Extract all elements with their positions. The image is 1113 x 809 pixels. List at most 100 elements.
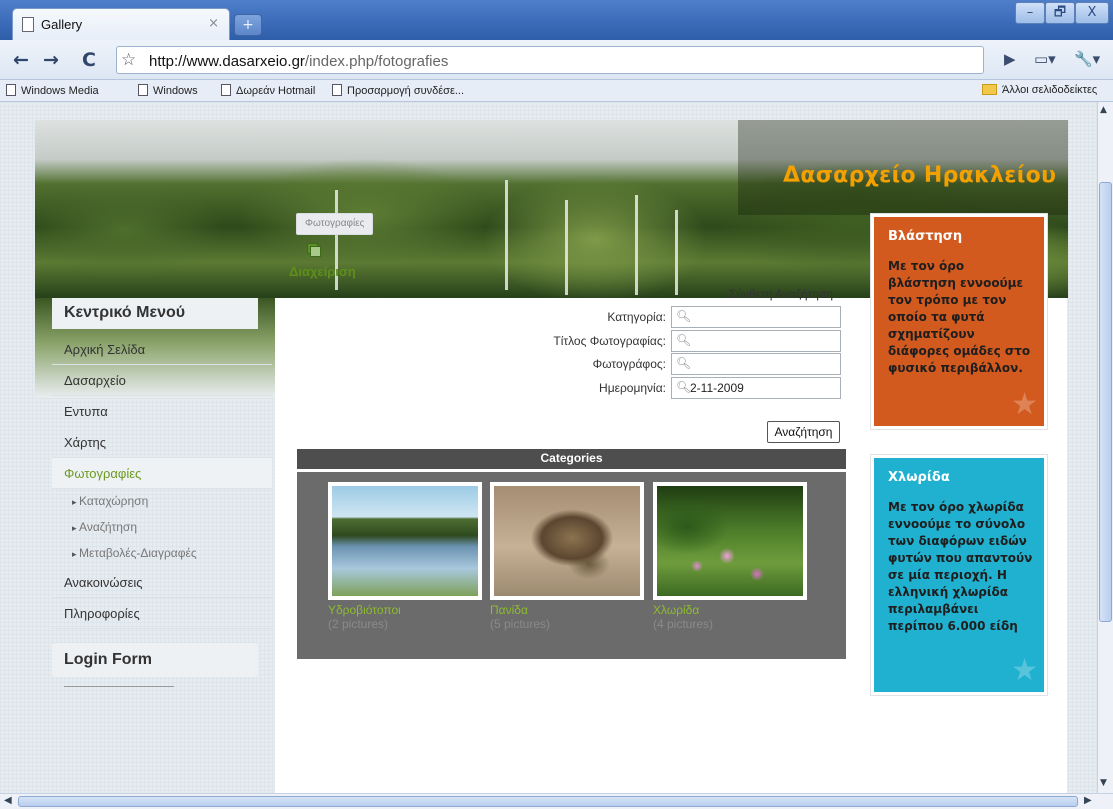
- vertical-scrollbar[interactable]: ▲ ▼: [1097, 102, 1113, 793]
- bookmark-item[interactable]: Windows Media: [6, 84, 99, 97]
- breadcrumb[interactable]: Φωτογραφίες: [296, 213, 374, 235]
- submenu-item-edit-delete[interactable]: Μεταβολές-Διαγραφές: [52, 541, 272, 567]
- scroll-down-icon[interactable]: ▼: [1100, 778, 1107, 788]
- other-bookmarks-label: Άλλοι σελιδοδείκτες: [1002, 84, 1098, 96]
- vegetation-text: Με τον όρο βλάστηση εννοούμε τον τρόπο μ…: [888, 259, 1031, 375]
- category-label: Κατηγορία:: [607, 310, 666, 324]
- category-card[interactable]: Χλωρίδα (4 pictures): [653, 482, 807, 631]
- address-bar[interactable]: ☆ http://www.dasarxeio.gr/index.php/foto…: [116, 46, 984, 74]
- search-button[interactable]: Αναζήτηση: [767, 421, 840, 443]
- scroll-right-icon[interactable]: ▶: [1084, 795, 1092, 806]
- bookmark-item[interactable]: Δωρεάν Hotmail: [221, 84, 315, 97]
- vertical-scroll-thumb[interactable]: [1099, 182, 1112, 622]
- flora-text: Με τον όρο χλωρίδα εννοούμε το σύνολο τω…: [888, 500, 1033, 633]
- bookmark-item[interactable]: Προσαρμογή συνδέσε...: [332, 84, 464, 97]
- flora-info-box: Χλωρίδα Με τον όρο χλωρίδα εννοούμε το σ…: [871, 455, 1047, 695]
- photographer-field[interactable]: 🔍︎: [671, 353, 841, 375]
- category-count: (5 pictures): [490, 617, 551, 631]
- category-thumbnail[interactable]: [653, 482, 807, 600]
- submenu-item-submit[interactable]: Καταχώρηση: [52, 489, 272, 515]
- category-count: (2 pictures): [328, 617, 389, 631]
- menu-item-forestry-office[interactable]: Δασαρχείο: [52, 365, 272, 396]
- login-form-title: Login Form: [52, 643, 258, 677]
- star-decoration-icon: ★: [1011, 387, 1038, 422]
- category-count: (4 pictures): [653, 617, 714, 631]
- bookmark-label: Windows Media: [21, 85, 99, 97]
- category-input[interactable]: [690, 309, 836, 325]
- category-name[interactable]: Υδροβιότοποι: [328, 603, 482, 617]
- photographer-input[interactable]: [690, 356, 836, 372]
- banner-tree-trunk: [565, 200, 568, 295]
- url-path: /index.php/fotografies: [304, 53, 449, 70]
- page-menu-icon[interactable]: ▭▾: [1034, 50, 1056, 68]
- menu-item-information[interactable]: Πληροφορίες: [52, 598, 272, 629]
- wrench-menu-icon[interactable]: 🔧▾: [1074, 50, 1100, 68]
- bookmark-label: Προσαρμογή συνδέσε...: [347, 85, 465, 97]
- menu-item-home[interactable]: Αρχική Σελίδα: [52, 334, 272, 365]
- browser-toolbar: ← → C ☆ http://www.dasarxeio.gr/index.ph…: [0, 40, 1113, 80]
- page-icon: [6, 84, 16, 96]
- category-card[interactable]: Πανίδα (5 pictures): [490, 482, 644, 631]
- category-card[interactable]: Υδροβιότοποι (2 pictures): [328, 482, 482, 631]
- tab-close-icon[interactable]: ×: [208, 16, 219, 31]
- date-input[interactable]: [690, 380, 836, 396]
- flora-title: Χλωρίδα: [888, 470, 950, 485]
- scroll-up-icon[interactable]: ▲: [1100, 105, 1107, 115]
- menu-item-photos[interactable]: Φωτογραφίες: [52, 458, 272, 489]
- new-tab-button[interactable]: +: [234, 14, 262, 36]
- minimize-button[interactable]: –: [1015, 2, 1045, 24]
- page-icon: [221, 84, 231, 96]
- site-title[interactable]: Δασαρχείο Ηρακλείου: [783, 163, 1056, 188]
- login-form-cutoff: [64, 686, 174, 691]
- categories-header: Categories: [297, 449, 846, 469]
- forward-icon[interactable]: →: [40, 49, 62, 71]
- maximize-button[interactable]: 🗗: [1045, 2, 1075, 24]
- search-icon: 🔍︎: [676, 380, 692, 394]
- star-decoration-icon: ★: [1011, 653, 1038, 688]
- date-field[interactable]: 🔍︎: [671, 377, 841, 399]
- admin-link[interactable]: Διαχείριση: [289, 264, 356, 279]
- banner-tree-trunk: [505, 180, 508, 290]
- close-window-button[interactable]: X: [1075, 2, 1109, 24]
- other-bookmarks[interactable]: Άλλοι σελιδοδείκτες: [982, 84, 1097, 96]
- photo-title-field[interactable]: 🔍︎: [671, 330, 841, 352]
- horizontal-scroll-thumb[interactable]: [18, 796, 1078, 807]
- url-text: http://www.dasarxeio.gr/index.php/fotogr…: [149, 53, 448, 70]
- search-icon: 🔍︎: [676, 333, 692, 347]
- photographer-field-row: Φωτογράφος: 🔍︎: [520, 353, 841, 375]
- bookmark-label: Windows: [153, 85, 198, 97]
- horizontal-scrollbar[interactable]: ◀ ▶: [0, 793, 1113, 809]
- scroll-left-icon[interactable]: ◀: [4, 795, 12, 806]
- date-label: Ημερομηνία:: [599, 381, 666, 395]
- category-name[interactable]: Χλωρίδα: [653, 603, 807, 617]
- vegetation-info-box: Βλάστηση Με τον όρο βλάστηση εννοούμε το…: [871, 214, 1047, 429]
- main-menu: Αρχική Σελίδα Δασαρχείο Εντυπα Χάρτης Φω…: [52, 334, 272, 629]
- bookmarks-bar: Windows Media Windows Δωρεάν Hotmail Προ…: [0, 80, 1113, 102]
- photographer-label: Φωτογράφος:: [592, 357, 666, 371]
- banner-tree-trunk: [635, 195, 638, 295]
- bookmark-star-icon[interactable]: ☆: [121, 50, 136, 70]
- menu-item-announcements[interactable]: Ανακοινώσεις: [52, 567, 272, 598]
- banner-tree-trunk: [675, 210, 678, 295]
- reload-icon[interactable]: C: [78, 49, 100, 71]
- back-icon[interactable]: ←: [10, 49, 32, 71]
- photo-title-label: Τίτλος Φωτογραφίας:: [553, 334, 666, 348]
- bookmark-item[interactable]: Windows: [138, 84, 198, 97]
- category-thumbnail[interactable]: [328, 482, 482, 600]
- category-name[interactable]: Πανίδα: [490, 603, 644, 617]
- category-thumbnail[interactable]: [490, 482, 644, 600]
- page-icon: [22, 17, 34, 32]
- bookmark-label: Δωρεάν Hotmail: [236, 85, 316, 97]
- menu-item-map[interactable]: Χάρτης: [52, 427, 272, 458]
- go-icon[interactable]: ▶: [1004, 50, 1016, 68]
- browser-tab[interactable]: Gallery ×: [12, 8, 230, 40]
- admin-icon[interactable]: [307, 243, 321, 257]
- photo-title-input[interactable]: [690, 333, 836, 349]
- page-icon: [332, 84, 342, 96]
- menu-item-forms[interactable]: Εντυπα: [52, 396, 272, 427]
- page-icon: [138, 84, 148, 96]
- submenu-item-search[interactable]: Αναζήτηση: [52, 515, 272, 541]
- category-field[interactable]: 🔍︎: [671, 306, 841, 328]
- main-menu-title: Κεντρικό Μενού: [52, 298, 258, 329]
- advanced-search-link[interactable]: Σύνθετη Αναζήτηση: [729, 287, 833, 301]
